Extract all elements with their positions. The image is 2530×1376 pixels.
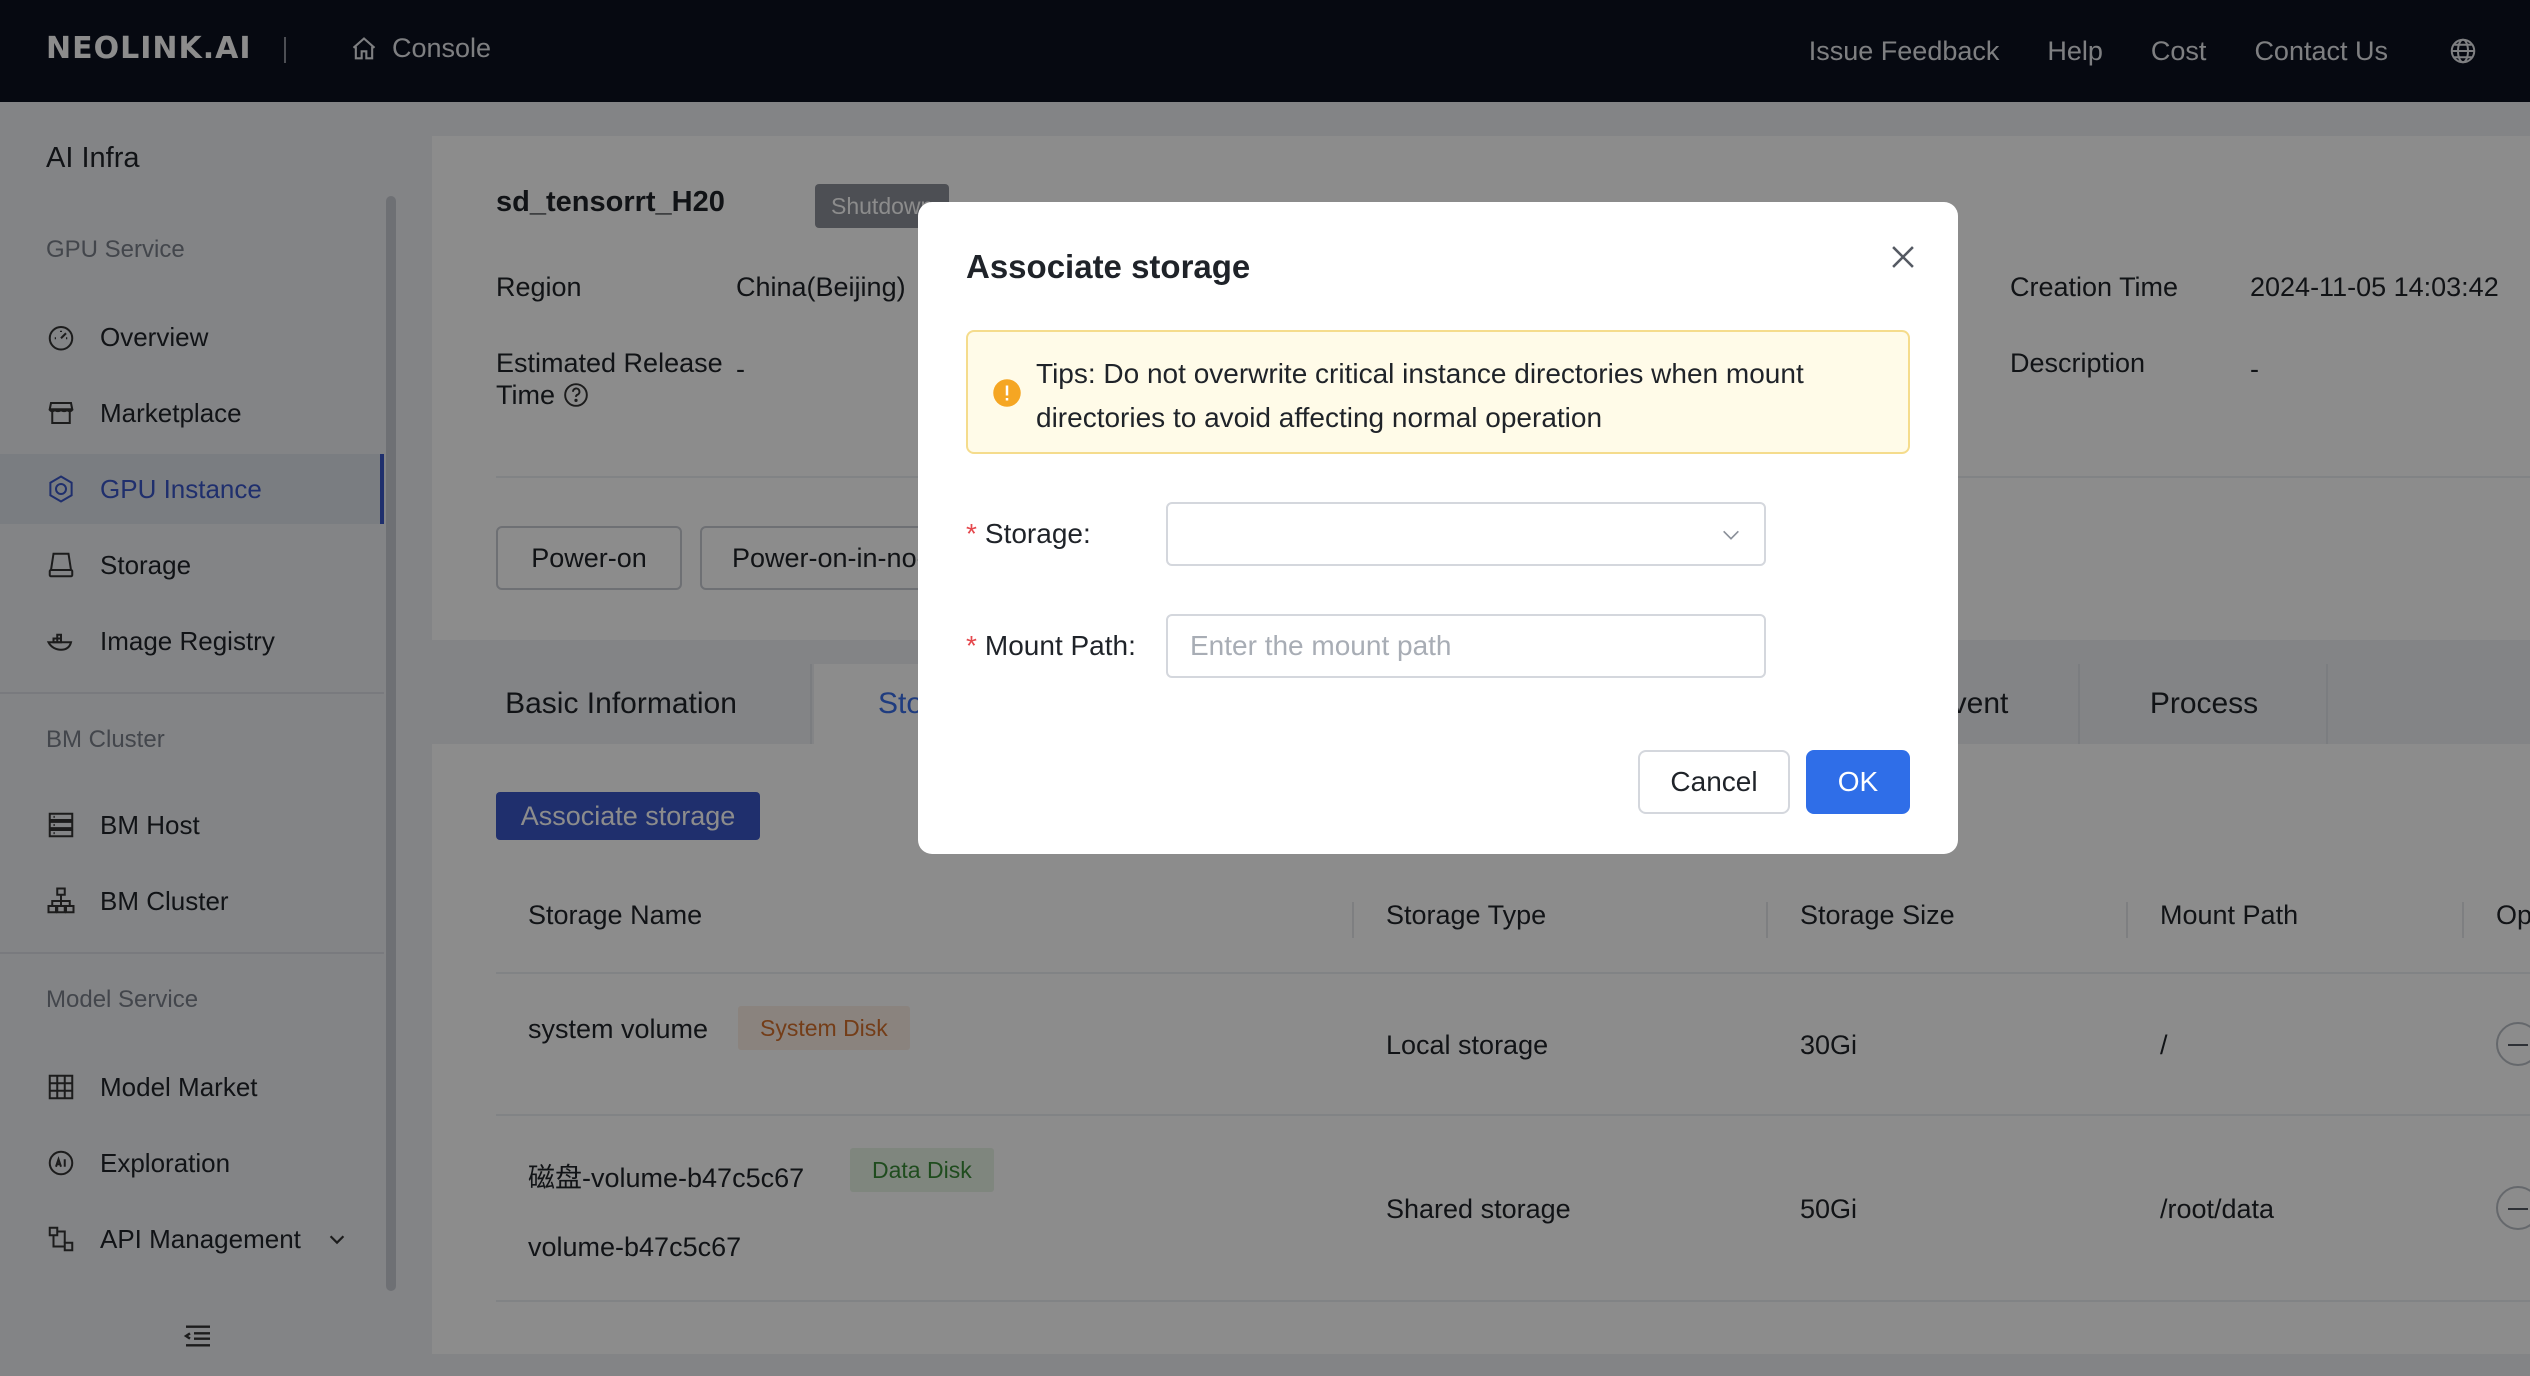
required-asterisk: * (966, 518, 977, 549)
tips-text: Tips: Do not overwrite critical instance… (1036, 358, 1804, 433)
storage-label: * Storage: (966, 518, 1091, 550)
cancel-button[interactable]: Cancel (1638, 750, 1790, 814)
mount-path-input[interactable] (1166, 614, 1766, 678)
storage-select[interactable] (1166, 502, 1766, 566)
close-icon[interactable] (1886, 240, 1920, 274)
chevron-down-icon (1723, 530, 1739, 540)
storage-label-text: Storage (984, 518, 1083, 549)
required-asterisk: * (966, 630, 977, 661)
label-colon: : (1128, 630, 1136, 661)
ok-button[interactable]: OK (1806, 750, 1910, 814)
warning-icon (993, 379, 1021, 407)
associate-storage-dialog: Associate storage Tips: Do not overwrite… (918, 202, 1958, 854)
label-colon: : (1082, 518, 1091, 549)
dialog-title: Associate storage (966, 248, 1251, 285)
mount-path-label: * Mount Path: (966, 630, 1136, 662)
mount-path-label-text: Mount Path (984, 630, 1129, 661)
tips-alert: Tips: Do not overwrite critical instance… (966, 330, 1910, 454)
